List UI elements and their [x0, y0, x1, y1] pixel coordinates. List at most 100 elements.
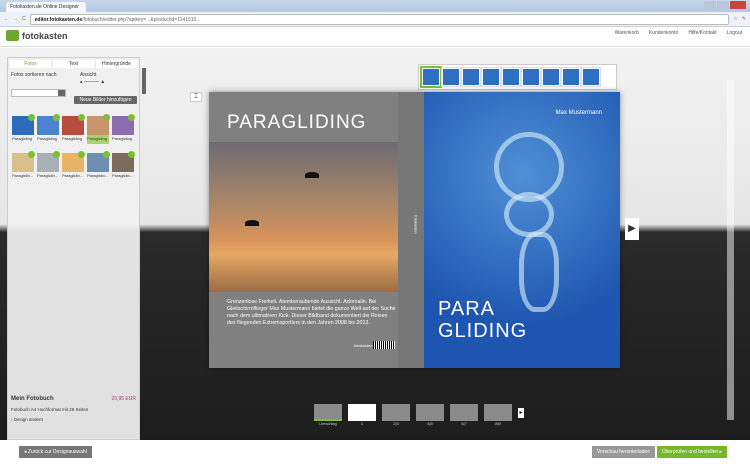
- photo-label: Paragliding: [37, 136, 58, 141]
- photo-label: Paraglidin...: [62, 173, 84, 178]
- back-to-design-button[interactable]: ◂ Zurück zur Designauswahl: [19, 446, 92, 458]
- layout-thumb[interactable]: [501, 67, 521, 87]
- tab-photos[interactable]: Fotos: [10, 60, 51, 68]
- photo-thumb[interactable]: Paragliding: [87, 114, 110, 144]
- photo-label: Paragliding: [62, 136, 83, 141]
- front-title: PARA GLIDING: [438, 298, 528, 342]
- photo-thumb[interactable]: Paraglidin...: [37, 151, 60, 181]
- link-help[interactable]: Hilfe/Kontakt: [688, 30, 716, 36]
- photo-label: Paragliding: [12, 136, 33, 141]
- page-strip-next[interactable]: ▸: [518, 408, 524, 418]
- photo-label: Paraglidin...: [112, 173, 134, 178]
- page-thumb[interactable]: Umschlag: [314, 404, 342, 426]
- photo-label: Paraglidin...: [37, 173, 59, 178]
- photo-thumb[interactable]: Paragliding: [62, 114, 85, 144]
- layout-thumb[interactable]: [561, 67, 581, 87]
- glider-1: [305, 172, 319, 178]
- add-photos-button[interactable]: Neue Bilder hinzufügen: [74, 96, 137, 104]
- panel-scrollbar[interactable]: [142, 68, 146, 94]
- url-input[interactable]: editor.fotokasten.de/fotobuch/editor.php…: [29, 13, 730, 25]
- used-badge-icon: [103, 151, 110, 158]
- layout-thumb[interactable]: [441, 67, 461, 87]
- layout-thumb[interactable]: [420, 66, 442, 88]
- used-badge-icon: [103, 114, 110, 121]
- view-size-slider[interactable]: ▴ ——— ▲: [80, 79, 105, 85]
- barcode: [373, 341, 395, 349]
- used-badge-icon: [28, 114, 35, 121]
- back-title: PARAGLIDING: [227, 112, 367, 133]
- browser-tabbar: Fotokasten.de Online Designer: [0, 0, 750, 12]
- page-thumb[interactable]: 1: [348, 404, 376, 426]
- layout-thumb[interactable]: [581, 67, 601, 87]
- used-badge-icon: [128, 114, 135, 121]
- sort-label: Fotos sortieren nach: [11, 72, 57, 78]
- page-strip: Umschlag 1 2|3 4|5 6|7 8|9 ▸: [314, 404, 524, 426]
- back-cover-photo[interactable]: [209, 142, 403, 292]
- order-summary: Mein Fotobuch 29,95 EUR Fotobuch A4 Hoch…: [11, 396, 136, 422]
- download-preview-button[interactable]: Vorschau herunterladen: [592, 446, 656, 458]
- layout-thumb[interactable]: [481, 67, 501, 87]
- minimize-button[interactable]: [704, 1, 716, 9]
- photo-thumb[interactable]: Paraglidin...: [87, 151, 110, 181]
- spine[interactable]: fotokasten: [398, 92, 424, 368]
- photo-thumb[interactable]: Paragliding: [37, 114, 60, 144]
- close-button[interactable]: [730, 1, 746, 9]
- browser-tab[interactable]: Fotokasten.de Online Designer: [6, 2, 86, 12]
- photo-thumb[interactable]: Paraglidin...: [62, 151, 85, 181]
- layout-thumb[interactable]: [461, 67, 481, 87]
- page-thumb[interactable]: 4|5: [416, 404, 444, 426]
- photo-label: Paragliding: [112, 136, 133, 141]
- reload-icon[interactable]: C: [22, 16, 26, 22]
- link-logout[interactable]: Logout: [727, 30, 742, 36]
- link-cart[interactable]: Warenkorb: [615, 30, 639, 36]
- photo-thumb[interactable]: Paragliding: [12, 114, 35, 144]
- used-badge-icon: [28, 151, 35, 158]
- photo-thumb[interactable]: Paraglidin...: [12, 151, 35, 181]
- author-name: Max Mustermann: [555, 110, 602, 116]
- review-order-button[interactable]: Überprüfen und bestellen ▸: [657, 446, 728, 458]
- back-text[interactable]: Grenzenlose Freiheit. Atemberaubende Aus…: [227, 299, 397, 327]
- photo-thumb[interactable]: Paragliding: [112, 114, 135, 144]
- stage-scrollbar[interactable]: [727, 80, 734, 420]
- sort-select[interactable]: [11, 89, 66, 97]
- used-badge-icon: [128, 151, 135, 158]
- page-label: 2|3: [393, 421, 399, 426]
- layout-thumb[interactable]: [541, 67, 561, 87]
- back-icon[interactable]: ←: [4, 16, 9, 22]
- page-label: 8|9: [495, 421, 501, 426]
- logo[interactable]: fotokasten: [6, 30, 68, 41]
- maximize-button[interactable]: [717, 1, 729, 9]
- photo-thumb[interactable]: Paraglidin...: [112, 151, 135, 181]
- used-badge-icon: [53, 114, 60, 121]
- page-label: 6|7: [461, 421, 467, 426]
- forward-icon[interactable]: →: [13, 16, 18, 22]
- page-label: 1: [360, 421, 364, 426]
- back-logo: fotokasten: [354, 343, 373, 348]
- link-account[interactable]: Kundenkonto: [649, 30, 678, 36]
- next-page-arrow[interactable]: ▶: [625, 218, 639, 240]
- app-header: fotokasten Warenkorb Kundenkonto Hilfe/K…: [0, 27, 750, 47]
- tab-backgrounds[interactable]: Hintergründe: [96, 60, 137, 68]
- page-label: 4|5: [427, 421, 433, 426]
- photo-label: Paraglidin...: [87, 173, 109, 178]
- page-thumb[interactable]: 2|3: [382, 404, 410, 426]
- front-cover[interactable]: Max Mustermann PARA GLIDING: [424, 92, 620, 368]
- page-thumb[interactable]: 8|9: [484, 404, 512, 426]
- left-panel: Fotos Text Hintergründe Fotos sortieren …: [7, 57, 146, 440]
- wrench-icon[interactable]: ✎: [742, 16, 746, 22]
- align-icon[interactable]: ⌶: [190, 92, 202, 102]
- glider-2: [245, 220, 259, 226]
- photo-label: Paragliding: [87, 136, 108, 141]
- window-controls[interactable]: [704, 1, 746, 9]
- logo-cube-icon: [6, 30, 19, 41]
- layout-thumb[interactable]: [521, 67, 541, 87]
- used-badge-icon: [53, 151, 60, 158]
- layout-strip[interactable]: [418, 64, 617, 90]
- change-design-link[interactable]: › Design ändern: [11, 417, 136, 422]
- back-cover[interactable]: PARAGLIDING Grenzenlose Freiheit. Atembe…: [209, 92, 403, 368]
- tab-text[interactable]: Text: [53, 60, 94, 68]
- star-icon[interactable]: ☆: [733, 16, 737, 22]
- page-thumb[interactable]: 6|7: [450, 404, 478, 426]
- photo-grid: Paragliding Paragliding Paragliding Paragli…: [12, 114, 135, 181]
- summary-price: 29,95 EUR: [111, 396, 136, 402]
